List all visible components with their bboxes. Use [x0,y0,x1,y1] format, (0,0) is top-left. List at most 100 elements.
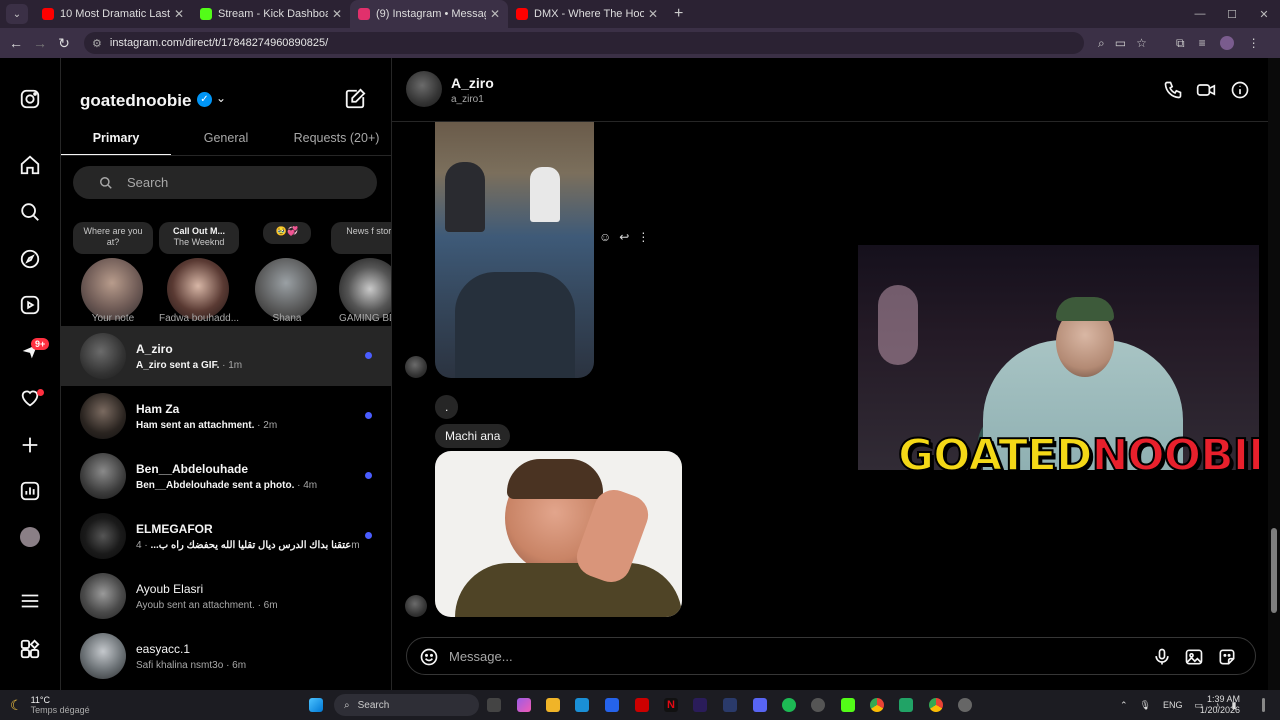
address-bar-actions: ⌕ ▭ ☆ [1098,28,1147,58]
info-icon[interactable] [1230,80,1250,100]
chevron-up-icon[interactable]: ⌃ [1120,700,1128,711]
weather-widget[interactable]: ☾ 11°C Temps dégagé [10,695,90,715]
home-icon[interactable] [18,153,42,177]
shared-photo[interactable] [435,122,594,378]
explore-compass-icon[interactable] [18,247,42,271]
spotify-icon[interactable] [782,698,796,712]
profile-avatar[interactable] [18,525,42,549]
star-icon[interactable]: ☆ [1136,36,1147,50]
reply-icon[interactable]: ↩ [619,230,629,244]
thread-name: Ham Za [136,402,180,416]
obs-icon[interactable] [811,698,825,712]
also-from-meta-icon[interactable] [18,637,42,661]
netflix-icon[interactable]: N [664,698,678,712]
thread-item[interactable]: Ben__Abdelouhade Ben__Abdelouhade sent a… [61,446,391,506]
image-upload-icon[interactable] [1184,647,1204,667]
browser-tab[interactable]: DMX - Where The Hood At? (D ✕ [508,0,666,28]
avatar [255,258,317,320]
search-input[interactable]: Search [73,166,377,199]
phone-call-icon[interactable] [1163,80,1183,100]
dashboard-icon[interactable] [18,479,42,503]
microphone-tray-icon[interactable]: 🎙 [1140,700,1151,711]
reload-icon[interactable]: ↻ [52,35,76,52]
chrome-profile-icon[interactable] [929,698,943,712]
cast-icon[interactable]: ▭ [1115,36,1126,50]
instagram-logo-icon[interactable] [18,87,42,111]
more-options-icon[interactable]: ⋮ [637,230,649,244]
back-arrow-icon[interactable]: ← [4,35,28,51]
edge-icon[interactable] [575,698,589,712]
app-icon[interactable] [958,698,972,712]
browser-tab[interactable]: Stream - Kick Dashboard ✕ [192,0,350,28]
kick-icon[interactable] [841,698,855,712]
copilot-icon[interactable] [517,698,531,712]
note-name: Shana [272,313,302,324]
create-plus-icon[interactable] [18,433,42,457]
url-field[interactable]: ⚙ instagram.com/direct/t/178482749608908… [84,32,1084,54]
new-tab-plus-icon[interactable]: + [674,5,683,23]
chat-contact-name[interactable]: A_ziro [451,75,494,91]
close-icon[interactable]: ✕ [332,7,342,21]
close-window-icon[interactable]: ✕ [1248,8,1280,21]
forward-arrow-icon[interactable]: → [28,35,52,51]
spreadsheet-icon[interactable] [899,698,913,712]
search-icon[interactable] [18,200,42,224]
overlay-logo-part1: GOATED [897,429,1094,470]
notification-bell-icon[interactable] [1262,698,1265,712]
browser-tab[interactable]: 10 Most Dramatic Last MINUTE ✕ [34,0,192,28]
task-view-icon[interactable] [487,698,501,712]
clock[interactable]: 1:39 AM 1/20/2026 [1200,690,1240,720]
chat-scrollbar[interactable] [1268,58,1280,690]
premiere-icon[interactable] [693,698,707,712]
streamer-cap [1056,297,1114,321]
menu-dots-icon[interactable]: ⋮ [1248,36,1260,50]
maximize-icon[interactable]: ☐ [1216,8,1248,21]
message-input[interactable] [449,648,1049,664]
profile-avatar-icon[interactable] [1219,36,1234,50]
reels-icon[interactable] [18,293,42,317]
avatar[interactable] [406,71,442,107]
chevron-down-icon[interactable]: ⌄ [216,91,226,105]
thread-item[interactable]: Ham Za Ham sent an attachment. · 2m [61,386,391,446]
tab-requests[interactable]: Requests (20+) [281,128,391,155]
tab-search-button[interactable]: ⌄ [6,4,28,24]
reading-list-icon[interactable]: ≡ [1199,36,1206,50]
thread-item[interactable]: Ayoub Elasri Ayoub sent an attachment. ·… [61,566,391,626]
thread-text: ELMEGAFOR عتقنا بداك الدرس ديال تقليا ال… [136,521,376,551]
react-emoji-icon[interactable]: ☺ [599,230,611,244]
zoom-icon[interactable]: ⌕ [1098,36,1105,51]
sticker-icon[interactable] [1217,647,1237,667]
chrome-icon[interactable] [870,698,884,712]
extensions-icon[interactable]: ⧉ [1176,36,1185,51]
site-info-icon[interactable]: ⚙ [92,37,102,50]
video-call-icon[interactable] [1196,80,1216,100]
windows-start-icon[interactable] [309,698,323,712]
discord-icon[interactable] [753,698,767,712]
microphone-icon[interactable] [1152,647,1172,667]
close-icon[interactable]: ✕ [648,7,658,21]
thread-name: ELMEGAFOR [136,522,213,536]
new-message-compose-icon[interactable] [344,88,366,110]
store-icon[interactable] [605,698,619,712]
minimize-icon[interactable]: — [1184,8,1216,20]
scrollbar-thumb[interactable] [1271,528,1277,613]
avatar [80,513,126,559]
tab-primary[interactable]: Primary [61,128,171,155]
emoji-icon[interactable] [419,647,439,667]
close-icon[interactable]: ✕ [490,7,500,21]
close-icon[interactable]: ✕ [174,7,184,21]
thread-item[interactable]: ELMEGAFOR عتقنا بداك الدرس ديال تقليا ال… [61,506,391,566]
taskbar-search[interactable]: ⌕ Search [334,694,479,716]
thread-item[interactable]: easyacc.1 Safi khalina nsmt3o · 6m [61,626,391,686]
shared-gif[interactable] [435,451,682,617]
photoshop-icon[interactable] [723,698,737,712]
language-indicator[interactable]: ENG [1163,700,1183,710]
account-username[interactable]: goatednoobie [80,91,191,111]
app-red-icon[interactable] [635,698,649,712]
tab-general[interactable]: General [171,128,281,155]
chevron-down-icon: ⌄ [12,8,22,20]
more-menu-icon[interactable] [18,589,42,613]
thread-item[interactable]: A_ziro A_ziro sent a GIF. · 1m [61,326,391,386]
browser-tab-active[interactable]: (9) Instagram • Messages ✕ [350,0,508,28]
file-explorer-icon[interactable] [546,698,560,712]
